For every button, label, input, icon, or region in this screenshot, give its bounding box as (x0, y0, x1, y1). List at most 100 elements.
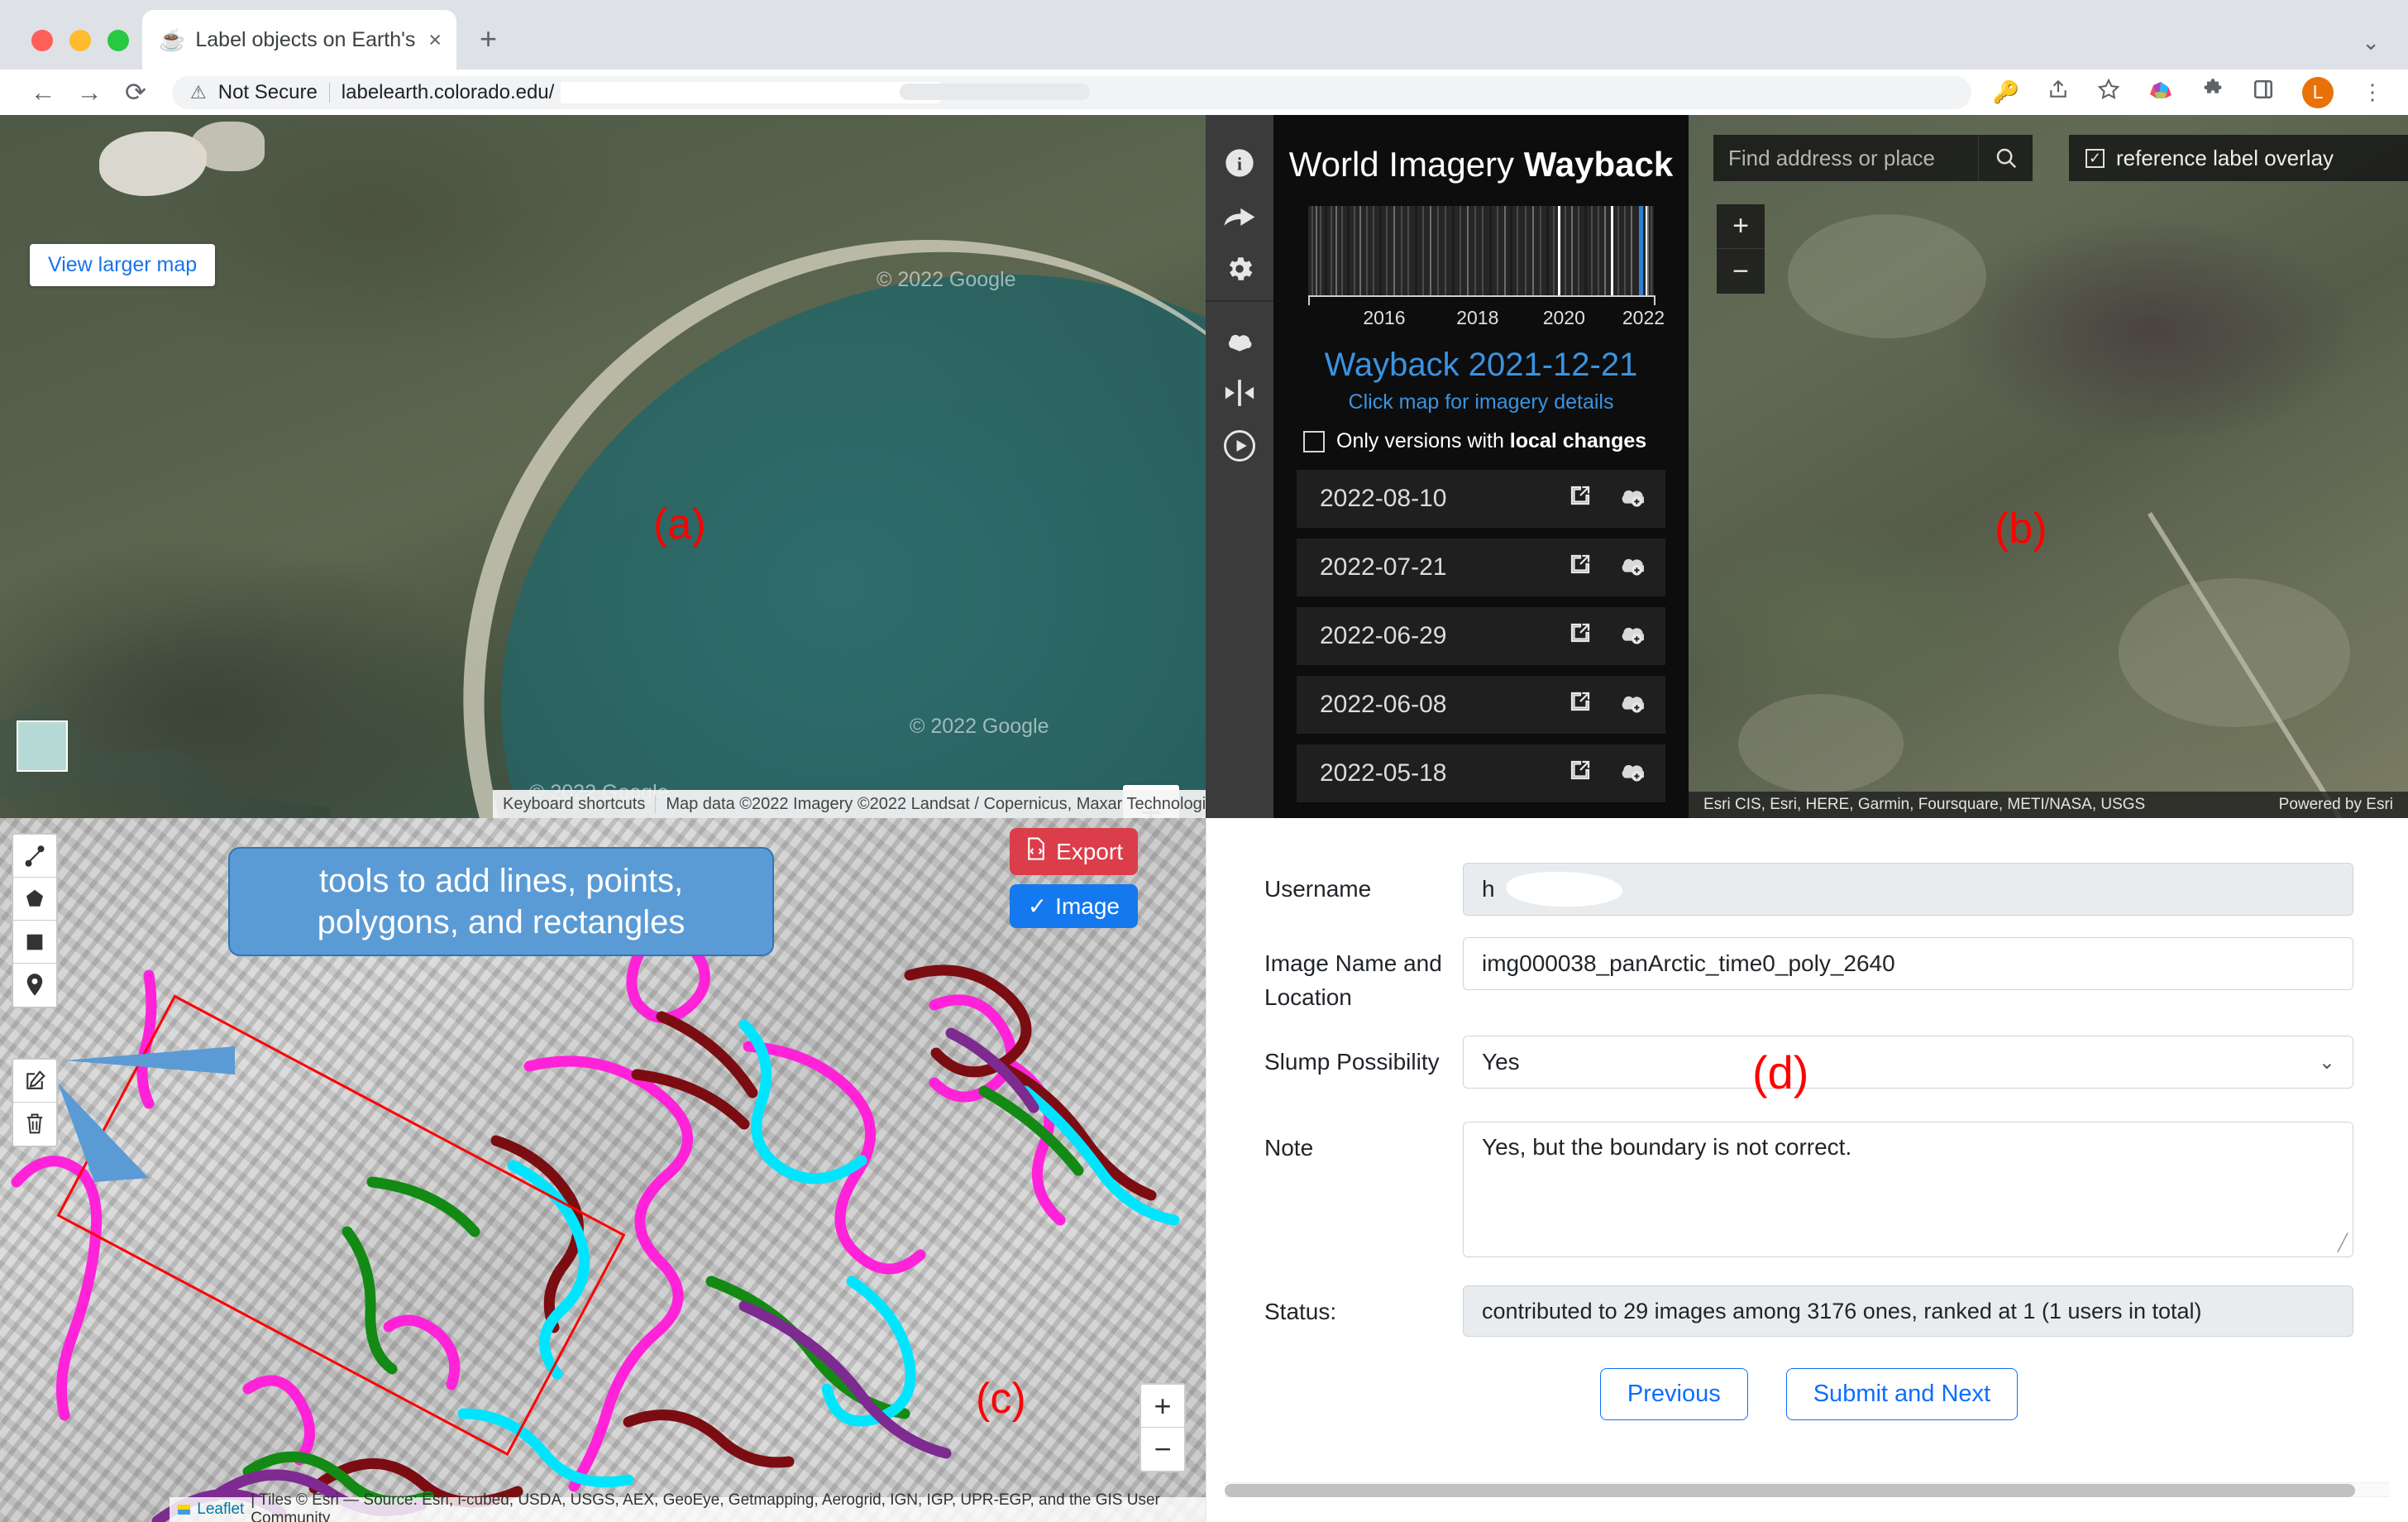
resize-grip-icon[interactable]: ╱ (2338, 1232, 2348, 1253)
wayback-version-row[interactable]: 2022-05-18 (1297, 744, 1665, 802)
add-to-map-icon[interactable] (1617, 483, 1644, 515)
checkbox-box[interactable]: ✓ (2086, 149, 2105, 168)
horizontal-scrollbar[interactable] (1225, 1482, 2390, 1497)
wayback-version-row[interactable]: 2022-06-29 (1297, 607, 1665, 665)
leaflet-zoom-controls[interactable]: + − (1140, 1383, 1186, 1472)
zoom-out-button[interactable]: − (1717, 249, 1765, 294)
add-to-map-icon[interactable] (1617, 689, 1644, 720)
new-tab-button[interactable]: + (480, 22, 497, 56)
zoom-in-button[interactable]: + (1717, 204, 1765, 249)
edit-tools-toolbar[interactable] (12, 1058, 58, 1147)
open-external-icon[interactable] (1568, 758, 1593, 789)
draw-marker-icon[interactable] (13, 964, 56, 1007)
zoom-in-button[interactable]: + (1141, 1385, 1184, 1428)
app-body: View larger map © 2022 Google © 2022 Goo… (0, 115, 2408, 1522)
browser-tab[interactable]: ☕ Label objects on Earth's Surfac × (142, 10, 456, 69)
submit-and-next-button[interactable]: Submit and Next (1786, 1368, 2018, 1420)
coffee-icon: ☕ (159, 29, 185, 50)
leaflet-link[interactable]: Leaflet (197, 1500, 244, 1519)
wayback-version-row[interactable]: 2022-08-10 (1297, 470, 1665, 528)
add-to-map-icon[interactable] (1617, 552, 1644, 583)
close-window-button[interactable] (31, 30, 53, 51)
open-external-icon[interactable] (1568, 552, 1593, 583)
cloud-layers-icon[interactable] (1206, 313, 1273, 366)
rainbow-extension-icon[interactable] (2148, 80, 2173, 105)
chevron-down-icon[interactable]: ⌄ (2362, 30, 2380, 55)
open-external-icon[interactable] (1568, 620, 1593, 652)
wayback-version-row[interactable]: 2022-07-21 (1297, 538, 1665, 596)
slump-possibility-select[interactable]: Yes (1463, 1036, 2353, 1089)
wayback-tool-rail[interactable]: i (1206, 115, 1273, 818)
address-bar[interactable]: ⚠ Not Secure labelearth.colorado.edu/ (172, 76, 1971, 109)
wayback-version-row[interactable]: 2022-06-08 (1297, 676, 1665, 734)
esri-attribution: Esri CIS, Esri, HERE, Garmin, Foursquare… (1689, 792, 2408, 818)
minimize-window-button[interactable] (69, 30, 91, 51)
reload-button[interactable]: ⟳ (112, 78, 159, 108)
note-value: Yes, but the boundary is not correct. (1482, 1134, 1851, 1160)
esri-attribution-sources: Esri CIS, Esri, HERE, Garmin, Foursquare… (1703, 796, 2145, 814)
chevron-down-icon[interactable]: ⌄ (2319, 1051, 2335, 1074)
timeline-axis (1308, 295, 1654, 305)
selected-wayback-version[interactable]: Wayback 2021-12-21 (1273, 347, 1689, 384)
open-external-icon[interactable] (1568, 483, 1593, 515)
google-map-panel[interactable]: View larger map © 2022 Google © 2022 Goo… (0, 115, 1206, 818)
local-changes-checkbox[interactable]: Only versions with local changes (1303, 429, 1689, 453)
view-larger-map-button[interactable]: View larger map (30, 244, 215, 286)
esri-map-panel[interactable]: Find address or place ✓ reference label … (1689, 115, 2408, 818)
keyboard-shortcuts-link[interactable]: Keyboard shortcuts (493, 795, 655, 814)
draw-rectangle-icon[interactable] (13, 921, 56, 964)
info-icon[interactable]: i (1206, 136, 1273, 189)
leaflet-map-panel[interactable]: tools to add lines, points, polygons, an… (0, 818, 1206, 1522)
play-animation-icon[interactable] (1206, 419, 1273, 472)
close-icon[interactable]: × (425, 27, 445, 53)
side-panel-icon[interactable] (2253, 79, 2274, 106)
window-controls[interactable] (31, 30, 129, 51)
reference-label-overlay-checkbox[interactable]: ✓ reference label overlay (2069, 135, 2408, 181)
back-button[interactable]: ← (20, 78, 66, 108)
imagery-details-link[interactable]: Click map for imagery details (1273, 390, 1689, 414)
add-to-map-icon[interactable] (1617, 758, 1644, 789)
gear-icon[interactable] (1206, 242, 1273, 295)
username-field[interactable]: h (1463, 863, 2353, 916)
browser-menu-icon[interactable]: ⋮ (2362, 79, 2383, 105)
map-type-thumbnail[interactable] (17, 720, 68, 772)
url-bar-row: ← → ⟳ ⚠ Not Secure labelearth.colorado.e… (0, 69, 2408, 115)
google-watermark: © 2022 Google (910, 715, 1049, 739)
status-control: contributed to 29 images among 3176 ones… (1463, 1285, 2353, 1337)
draw-polygon-icon[interactable] (13, 878, 56, 921)
share-arrow-icon[interactable] (1206, 189, 1273, 242)
image-name-value: img000038_panArctic_time0_poly_2640 (1482, 950, 1895, 977)
delete-layers-icon[interactable] (13, 1103, 56, 1146)
swipe-compare-icon[interactable] (1206, 366, 1273, 419)
image-toggle-button[interactable]: ✓ Image (1010, 884, 1138, 928)
timeline-bars (1308, 206, 1654, 295)
wayback-timeline-chart[interactable] (1308, 206, 1654, 295)
maximize-window-button[interactable] (108, 30, 129, 51)
draw-tools-toolbar[interactable] (12, 833, 58, 1008)
form-grid: Username h Image Name and Location img00… (1206, 818, 2408, 1420)
forward-button[interactable]: → (66, 78, 112, 108)
share-icon[interactable] (2047, 78, 2069, 107)
add-to-map-icon[interactable] (1617, 620, 1644, 652)
avatar[interactable]: L (2302, 77, 2334, 108)
note-textarea[interactable]: Yes, but the boundary is not correct. ╱ (1463, 1122, 2353, 1257)
password-key-icon[interactable]: 🔑 (1993, 79, 2019, 105)
puzzle-extension-icon[interactable] (2201, 78, 2224, 107)
year-tick: 2016 (1363, 307, 1405, 329)
scrollbar-thumb[interactable] (1225, 1484, 2355, 1497)
draw-polyline-icon[interactable] (13, 835, 56, 878)
edit-layers-icon[interactable] (13, 1060, 56, 1103)
checkbox-label-bold: local changes (1510, 429, 1646, 452)
checkbox-box[interactable] (1303, 431, 1325, 452)
open-external-icon[interactable] (1568, 689, 1593, 720)
export-button[interactable]: Export (1010, 828, 1138, 875)
esri-search-box[interactable]: Find address or place (1713, 135, 2033, 181)
previous-button[interactable]: Previous (1600, 1368, 1748, 1420)
search-input[interactable]: Find address or place (1713, 135, 1978, 181)
search-icon[interactable] (1978, 135, 2033, 181)
zoom-out-button[interactable]: − (1141, 1428, 1184, 1471)
esri-zoom-controls[interactable]: + − (1717, 204, 1765, 294)
bookmark-star-icon[interactable] (2097, 78, 2120, 107)
image-name-field[interactable]: img000038_panArctic_time0_poly_2640 (1463, 937, 2353, 990)
figure-marker-d: (d) (1752, 1046, 1808, 1099)
